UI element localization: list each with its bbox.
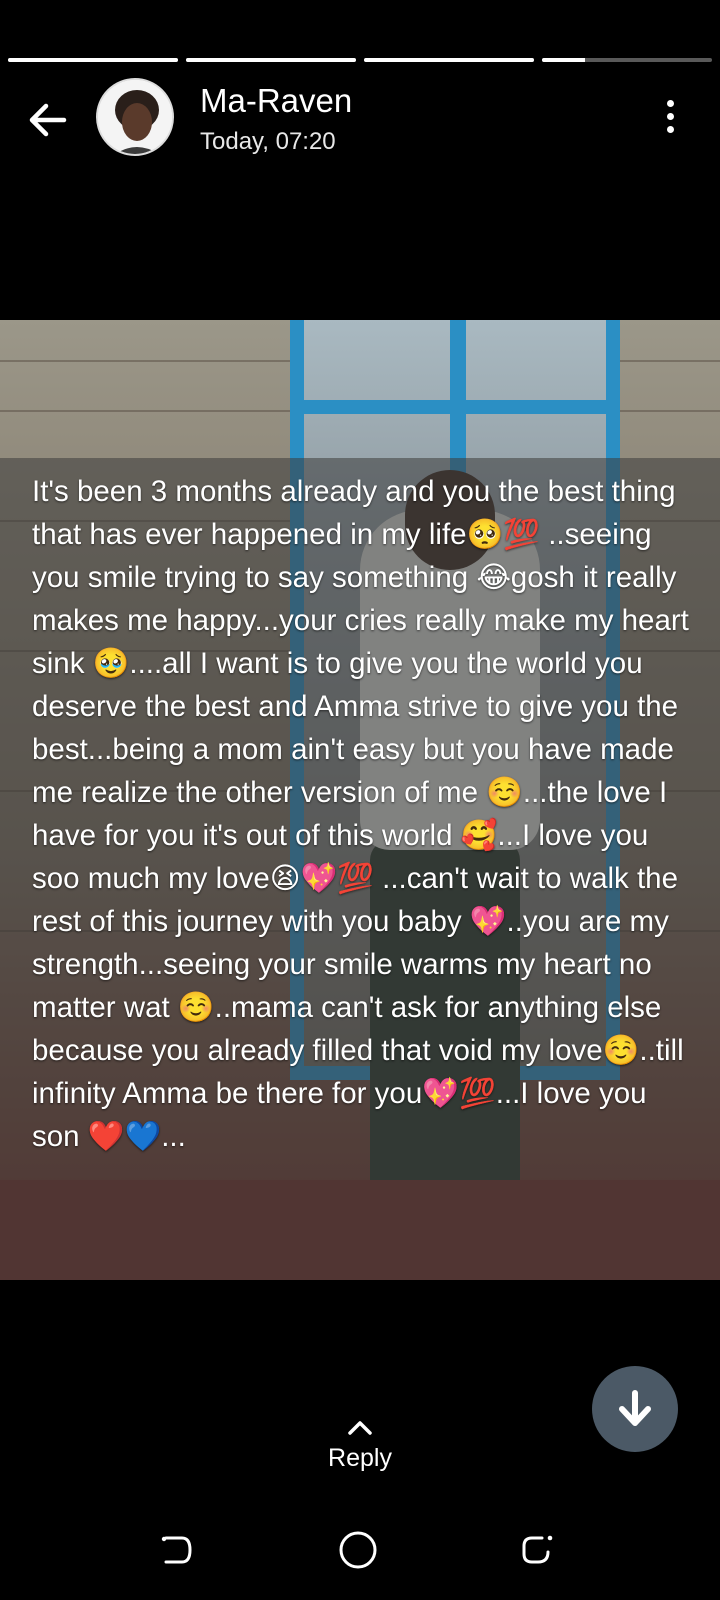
more-options-button[interactable]	[660, 100, 680, 136]
story-caption: It's been 3 months already and you the b…	[32, 475, 689, 1153]
progress-segment-3	[364, 58, 534, 62]
more-vertical-icon	[666, 100, 674, 107]
avatar[interactable]	[96, 78, 174, 156]
reply-label: Reply	[328, 1444, 392, 1472]
home-circle-icon	[339, 1531, 377, 1569]
progress-segment-2	[186, 58, 356, 62]
story-progress	[8, 58, 712, 62]
post-time: Today, 07:20	[200, 128, 336, 155]
nav-recents-button[interactable]	[518, 1530, 558, 1570]
back-button[interactable]	[24, 96, 72, 144]
contact-name: Ma-Raven	[200, 82, 353, 119]
progress-segment-1	[8, 58, 178, 62]
nav-home-button[interactable]	[338, 1530, 378, 1570]
arrow-left-icon	[29, 103, 67, 137]
progress-segment-4	[542, 58, 712, 62]
system-nav-bar	[0, 1530, 720, 1570]
recents-icon	[522, 1535, 553, 1564]
nav-back-button[interactable]	[158, 1530, 198, 1570]
nav-back-icon	[161, 1536, 192, 1564]
chevron-up-icon	[348, 1421, 372, 1435]
reply-button[interactable]: Reply	[0, 1418, 720, 1473]
